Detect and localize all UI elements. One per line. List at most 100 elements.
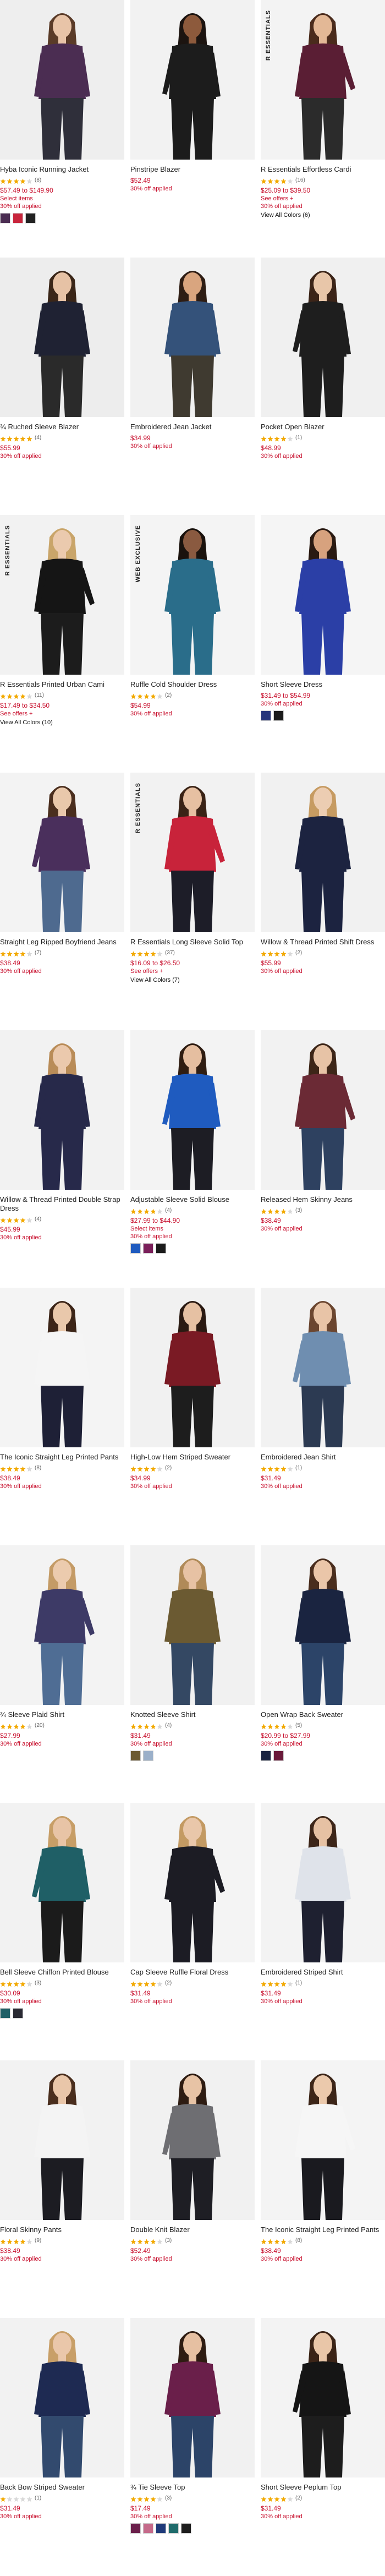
offers-link[interactable]: Select items [130,1225,255,1233]
product-name-link[interactable]: The Iconic Straight Leg Printed Pants [261,2225,385,2234]
product-image[interactable] [261,1803,385,1962]
product-card[interactable]: High-Low Hem Striped Sweater (2) $34.99 30%… [130,1288,255,1545]
product-name-link[interactable]: Pocket Open Blazer [261,423,385,431]
product-rating[interactable]: (4) [130,1207,255,1215]
product-image[interactable] [261,1288,385,1447]
product-name-link[interactable]: Floral Skinny Pants [0,2225,124,2234]
product-image[interactable]: R ESSENTIALS [130,773,255,932]
product-rating[interactable]: (8) [261,2237,385,2245]
color-swatch[interactable] [261,710,271,721]
product-image[interactable] [0,0,124,160]
color-swatch[interactable] [143,1243,153,1254]
product-rating[interactable]: (1) [261,434,385,442]
product-name-link[interactable]: Back Bow Striped Sweater [0,2483,124,2492]
product-card[interactable]: Embroidered Striped Shirt (1) $31.49 30% of… [261,1803,385,2060]
product-card[interactable]: Adjustable Sleeve Solid Blouse (4) $27.99 … [130,1030,255,1288]
product-rating[interactable]: (9) [0,2237,124,2245]
color-swatch[interactable] [261,1751,271,1761]
product-card[interactable]: ¾ Ruched Sleeve Blazer (4) $55.99 30% off a… [0,258,124,515]
product-name-link[interactable]: Bell Sleeve Chiffon Printed Blouse [0,1968,124,1977]
product-rating[interactable]: (3) [0,1979,124,1987]
product-image[interactable] [0,2318,124,2477]
product-image[interactable] [130,1030,255,1190]
color-swatch[interactable] [181,2523,191,2534]
product-name-link[interactable]: Embroidered Jean Jacket [130,423,255,431]
product-image[interactable] [261,773,385,932]
product-card[interactable]: Pocket Open Blazer (1) $48.99 30% off appli… [261,258,385,515]
color-swatch[interactable] [13,2008,23,2019]
product-name-link[interactable]: Short Sleeve Dress [261,680,385,689]
color-swatch[interactable] [143,1751,153,1761]
color-swatch[interactable] [168,2523,179,2534]
product-image[interactable] [261,2060,385,2220]
product-name-link[interactable]: Willow & Thread Printed Double Strap Dre… [0,1195,124,1213]
view-all-colors-link[interactable]: View All Colors (10) [0,719,124,726]
product-card[interactable]: Double Knit Blazer (3) $52.49 30% off appli… [130,2060,255,2318]
product-name-link[interactable]: Short Sleeve Peplum Top [261,2483,385,2492]
product-image[interactable]: R ESSENTIALS [0,515,124,675]
view-all-colors-link[interactable]: View All Colors (6) [261,212,385,218]
offers-link[interactable]: See offers + [261,195,385,203]
product-card[interactable]: Willow & Thread Printed Shift Dress (2) $5… [261,773,385,1030]
color-swatch[interactable] [156,2523,166,2534]
product-image[interactable] [261,515,385,675]
product-image[interactable] [130,1288,255,1447]
product-rating[interactable]: (4) [0,1216,124,1223]
product-rating[interactable]: (5) [261,1722,385,1730]
product-name-link[interactable]: Straight Leg Ripped Boyfriend Jeans [0,938,124,947]
product-card[interactable]: Embroidered Jean Jacket $34.99 30% off app… [130,258,255,515]
product-card[interactable]: R ESSENTIALS R Essentials Printed Urban C… [0,515,124,773]
product-name-link[interactable]: Knotted Sleeve Shirt [130,1710,255,1719]
product-image[interactable] [261,1545,385,1705]
product-name-link[interactable]: Embroidered Jean Shirt [261,1453,385,1462]
product-name-link[interactable]: Adjustable Sleeve Solid Blouse [130,1195,255,1204]
product-name-link[interactable]: Cap Sleeve Ruffle Floral Dress [130,1968,255,1977]
product-rating[interactable]: (11) [0,692,124,699]
color-swatch[interactable] [25,213,36,223]
product-rating[interactable]: (2) [130,692,255,699]
product-rating[interactable]: (16) [261,177,385,184]
product-card[interactable]: WEB EXCLUSIVE Ruffle Cold Shoulder Dress (… [130,515,255,773]
product-image[interactable] [261,258,385,417]
product-rating[interactable]: (3) [130,2237,255,2245]
product-image[interactable] [130,2060,255,2220]
product-rating[interactable]: (1) [261,1464,385,1472]
product-rating[interactable]: (2) [261,2495,385,2502]
product-name-link[interactable]: R Essentials Printed Urban Cami [0,680,124,689]
product-image[interactable] [130,1545,255,1705]
product-card[interactable]: Back Bow Striped Sweater (1) $31.49 30% off… [0,2318,124,2575]
product-name-link[interactable]: Pinstripe Blazer [130,165,255,174]
product-card[interactable]: Bell Sleeve Chiffon Printed Blouse (3) $30… [0,1803,124,2060]
product-image[interactable]: WEB EXCLUSIVE [130,515,255,675]
product-rating[interactable]: (2) [261,949,385,957]
product-name-link[interactable]: Willow & Thread Printed Shift Dress [261,938,385,947]
product-card[interactable]: Embroidered Jean Shirt (1) $31.49 30% off a… [261,1288,385,1545]
product-card[interactable]: Short Sleeve Peplum Top (2) $31.49 30% off … [261,2318,385,2575]
product-image[interactable]: R ESSENTIALS [261,0,385,160]
product-card[interactable]: R ESSENTIALS R Essentials Long Sleeve Sol… [130,773,255,1030]
offers-link[interactable]: Select items [0,195,124,203]
product-image[interactable] [0,1030,124,1190]
offers-link[interactable]: See offers + [0,710,124,718]
product-card[interactable]: The Iconic Straight Leg Printed Pants (8)… [0,1288,124,1545]
offers-link[interactable]: See offers + [130,967,255,975]
product-name-link[interactable]: ¾ Ruched Sleeve Blazer [0,423,124,431]
product-image[interactable] [130,1803,255,1962]
product-card[interactable]: Short Sleeve Dress $31.49 to $54.99 30% of… [261,515,385,773]
color-swatch[interactable] [130,1751,141,1761]
color-swatch[interactable] [13,213,23,223]
product-rating[interactable]: (2) [130,1464,255,1472]
product-rating[interactable]: (20) [0,1722,124,1730]
product-rating[interactable]: (1) [261,1979,385,1987]
product-name-link[interactable]: ¾ Tie Sleeve Top [130,2483,255,2492]
product-card[interactable]: Open Wrap Back Sweater (5) $20.99 to $27.9… [261,1545,385,1803]
product-card[interactable]: ¾ Sleeve Plaid Shirt (20) $27.99 30% off ap… [0,1545,124,1803]
color-swatch[interactable] [273,710,284,721]
product-card[interactable]: Willow & Thread Printed Double Strap Dre… [0,1030,124,1288]
product-rating[interactable]: (7) [0,949,124,957]
product-image[interactable] [261,2318,385,2477]
product-image[interactable] [0,2060,124,2220]
product-rating[interactable]: (1) [0,2495,124,2502]
product-image[interactable] [0,258,124,417]
product-rating[interactable]: (3) [130,2495,255,2502]
